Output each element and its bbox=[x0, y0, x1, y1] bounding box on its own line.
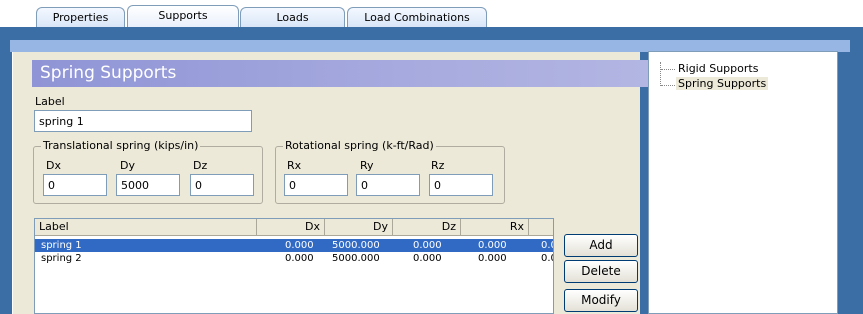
dz-input[interactable] bbox=[190, 174, 254, 196]
section-title: Spring Supports bbox=[32, 60, 650, 87]
cell-dy: 5000.000 bbox=[332, 253, 380, 264]
column-header-dx[interactable]: Dx bbox=[257, 219, 325, 236]
cell-dz: 0.000 bbox=[413, 240, 442, 251]
tab-bar: Properties Supports Loads Load Combinati… bbox=[0, 0, 863, 30]
rz-input[interactable] bbox=[429, 174, 493, 196]
column-header-dz[interactable]: Dz bbox=[393, 219, 461, 236]
dy-input[interactable] bbox=[116, 174, 180, 196]
dx-caption: Dx bbox=[46, 159, 61, 172]
springs-table[interactable]: Label Dx Dy Dz Rx spring 1 0.000 5000.00… bbox=[34, 218, 554, 314]
dy-caption: Dy bbox=[120, 159, 135, 172]
column-header-overflow[interactable] bbox=[529, 219, 553, 236]
rx-caption: Rx bbox=[287, 159, 302, 172]
cell-dy: 5000.000 bbox=[332, 240, 380, 251]
cell-ry-clipped: 0.0 bbox=[541, 253, 553, 264]
cell-label: spring 2 bbox=[41, 253, 82, 264]
modify-button[interactable]: Modify bbox=[564, 289, 638, 312]
cell-dx: 0.000 bbox=[285, 240, 314, 251]
add-button[interactable]: Add bbox=[564, 234, 638, 257]
cell-rx: 0.000 bbox=[478, 253, 507, 264]
table-row[interactable]: spring 2 0.000 5000.000 0.000 0.000 0.0 bbox=[35, 252, 553, 265]
cell-dx: 0.000 bbox=[285, 253, 314, 264]
delete-button[interactable]: Delete bbox=[564, 260, 638, 283]
table-header: Label Dx Dy Dz Rx bbox=[35, 219, 553, 236]
support-type-tree[interactable]: Rigid Supports Spring Supports bbox=[648, 51, 838, 314]
tree-item-rigid-supports[interactable]: Rigid Supports bbox=[678, 62, 758, 75]
tree-connector-vertical bbox=[660, 62, 661, 86]
tab-loads[interactable]: Loads bbox=[240, 7, 345, 29]
rz-caption: Rz bbox=[431, 159, 445, 172]
dz-caption: Dz bbox=[193, 159, 208, 172]
tab-load-combinations[interactable]: Load Combinations bbox=[347, 7, 487, 29]
cell-label: spring 1 bbox=[41, 240, 82, 251]
table-row[interactable]: spring 1 0.000 5000.000 0.000 0.000 0.0 bbox=[35, 239, 553, 252]
dx-input[interactable] bbox=[43, 174, 107, 196]
label-caption: Label bbox=[35, 95, 65, 108]
tree-connector bbox=[661, 85, 675, 86]
cell-ry-clipped: 0.0 bbox=[541, 240, 553, 251]
tab-properties[interactable]: Properties bbox=[36, 7, 125, 29]
ry-caption: Ry bbox=[360, 159, 374, 172]
tree-item-spring-supports[interactable]: Spring Supports bbox=[676, 77, 769, 90]
tree-connector bbox=[661, 69, 675, 70]
column-header-label[interactable]: Label bbox=[35, 219, 257, 236]
column-header-dy[interactable]: Dy bbox=[325, 219, 393, 236]
column-header-rx[interactable]: Rx bbox=[461, 219, 529, 236]
label-input[interactable] bbox=[34, 110, 252, 132]
cell-dz: 0.000 bbox=[413, 253, 442, 264]
cell-rx: 0.000 bbox=[478, 240, 507, 251]
rx-input[interactable] bbox=[284, 174, 348, 196]
translational-title: Translational spring (kips/in) bbox=[41, 139, 201, 152]
ry-input[interactable] bbox=[356, 174, 420, 196]
rotational-title: Rotational spring (k-ft/Rad) bbox=[283, 139, 436, 152]
